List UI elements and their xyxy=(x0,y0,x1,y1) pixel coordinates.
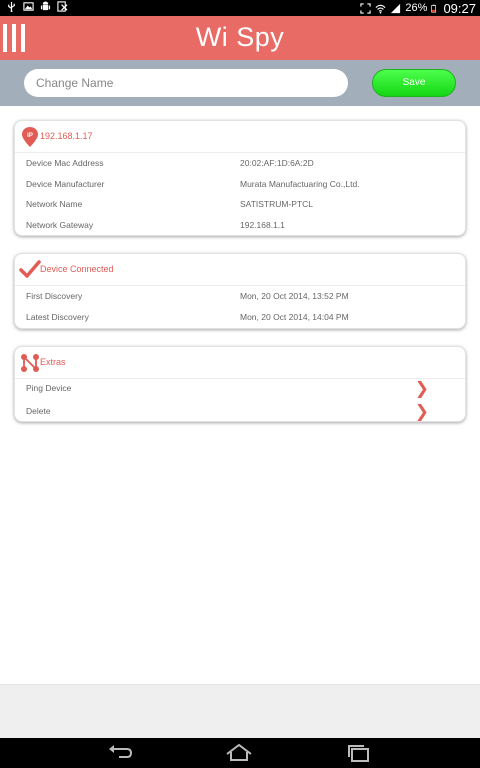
recent-apps-icon[interactable] xyxy=(344,743,374,763)
screenshot-icon xyxy=(360,2,372,14)
list-item: Network Gateway 192.168.1.1 xyxy=(15,215,465,236)
app-header: Wi Spy xyxy=(0,16,480,60)
status-bar-notifications xyxy=(6,1,68,12)
extras-title: Extras xyxy=(40,357,66,367)
status-bar-system: 26% 09:27 xyxy=(360,0,476,16)
list-item: Latest Discovery Mon, 20 Oct 2014, 14:04… xyxy=(15,307,465,328)
row-label: Network Name xyxy=(26,199,83,210)
checkmark-icon xyxy=(19,260,41,278)
connection-rows: First Discovery Mon, 20 Oct 2014, 13:52 … xyxy=(15,286,465,327)
wifi-icon xyxy=(375,4,386,13)
extras-rows: Ping Device ❯ Delete ❯ xyxy=(15,379,465,425)
row-label: Network Gateway xyxy=(26,220,94,231)
row-label: First Discovery xyxy=(26,291,83,301)
row-label: Device Mac Address xyxy=(26,158,104,168)
chevron-right-icon: ❯ xyxy=(414,379,429,398)
network-info-card: IP 192.168.1.17 Device Mac Address 20:02… xyxy=(14,120,466,236)
row-value: Murata Manufactuaring Co.,Ltd. xyxy=(240,178,360,189)
row-label: Delete xyxy=(26,406,51,416)
list-item: Network Name SATISTRUM-PTCL xyxy=(15,194,465,215)
network-card-header: IP 192.168.1.17 xyxy=(15,121,465,153)
chevron-right-icon: ❯ xyxy=(414,402,429,421)
back-icon[interactable] xyxy=(105,743,135,763)
usb-icon xyxy=(8,1,15,12)
extras-card: Extras Ping Device ❯ Delete ❯ xyxy=(14,346,466,422)
footer-area xyxy=(0,684,480,738)
home-icon[interactable] xyxy=(224,743,254,763)
row-value: SATISTRUM-PTCL xyxy=(240,199,314,210)
svg-text:IP: IP xyxy=(27,133,33,139)
network-nodes-icon xyxy=(21,354,39,372)
ip-address-title: 192.168.1.17 xyxy=(40,131,93,141)
ping-device-item[interactable]: Ping Device ❯ xyxy=(15,379,465,402)
app-title: Wi Spy xyxy=(195,22,285,52)
row-value: 192.168.1.1 xyxy=(240,220,285,231)
save-button[interactable]: Save xyxy=(372,69,456,97)
navigation-bar xyxy=(0,738,480,768)
row-label: Device Manufacturer xyxy=(26,178,105,189)
connection-status-title: Device Connected xyxy=(40,264,114,274)
connection-card: Device Connected First Discovery Mon, 20… xyxy=(14,253,466,329)
row-value: 20:02:AF:1D:6A:2D xyxy=(240,158,314,168)
extras-card-header: Extras xyxy=(15,347,465,379)
image-icon xyxy=(23,2,34,11)
row-value: Mon, 20 Oct 2014, 13:52 PM xyxy=(240,291,349,301)
list-item: Device Mac Address 20:02:AF:1D:6A:2D xyxy=(15,153,465,174)
battery-percent: 26% xyxy=(405,2,428,14)
connection-card-header: Device Connected xyxy=(15,254,465,286)
clock: 09:27 xyxy=(443,0,476,16)
row-label: Latest Discovery xyxy=(26,311,89,322)
list-item: Device Manufacturer Murata Manufactuarin… xyxy=(15,174,465,195)
list-item: First Discovery Mon, 20 Oct 2014, 13:52 … xyxy=(15,286,465,307)
row-value: Mon, 20 Oct 2014, 14:04 PM xyxy=(240,311,349,322)
ip-pin-icon: IP xyxy=(22,127,38,147)
android-debug-icon xyxy=(40,1,51,11)
signal-icon xyxy=(391,3,401,13)
row-label: Ping Device xyxy=(26,383,72,393)
excel-icon xyxy=(57,1,68,12)
delete-item[interactable]: Delete ❯ xyxy=(15,402,465,425)
battery-icon xyxy=(431,4,437,12)
network-rows: Device Mac Address 20:02:AF:1D:6A:2D Dev… xyxy=(15,153,465,236)
status-bar: 26% 09:27 xyxy=(0,0,480,16)
name-bar: Save xyxy=(0,60,480,106)
change-name-input[interactable] xyxy=(24,69,348,97)
